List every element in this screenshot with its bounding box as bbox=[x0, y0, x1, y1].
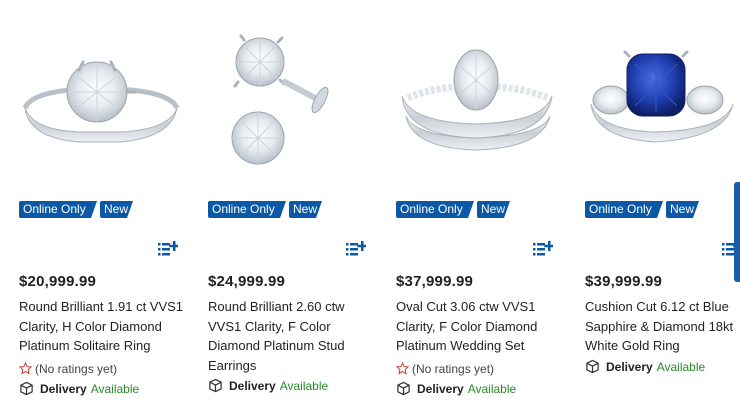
online-only-badge: Online Only bbox=[19, 201, 97, 218]
product-title[interactable]: Cushion Cut 6.12 ct Blue Sapphire & Diam… bbox=[585, 297, 740, 356]
product-image[interactable] bbox=[585, 20, 740, 170]
delivery-status: Available bbox=[467, 382, 517, 396]
delivery-label: Delivery bbox=[417, 382, 464, 396]
delivery-status: Available bbox=[279, 379, 329, 393]
product-image[interactable] bbox=[208, 20, 388, 170]
list-plus-icon[interactable] bbox=[533, 241, 553, 257]
delivery-info: Delivery Available bbox=[208, 378, 328, 394]
delivery-label: Delivery bbox=[229, 379, 276, 393]
new-badge: New bbox=[666, 201, 699, 218]
online-only-badge: Online Only bbox=[208, 201, 286, 218]
product-price: $39,999.99 bbox=[585, 273, 663, 290]
delivery-label: Delivery bbox=[606, 360, 653, 374]
product-card[interactable]: Online Only New $39,999.99 Cushion Cut 6… bbox=[585, 0, 740, 404]
delivery-status: Available bbox=[656, 360, 706, 374]
rating-summary[interactable]: (No ratings yet) bbox=[396, 361, 494, 377]
list-plus-icon[interactable] bbox=[346, 241, 366, 257]
box-icon bbox=[208, 378, 223, 393]
box-icon bbox=[19, 381, 34, 396]
box-icon bbox=[585, 359, 600, 374]
delivery-info: Delivery Available bbox=[585, 359, 705, 375]
product-card[interactable]: Online Only New $37,999.99 Oval Cut 3.06… bbox=[396, 0, 576, 404]
rating-summary[interactable]: (No ratings yet) bbox=[19, 361, 117, 377]
product-title[interactable]: Round Brilliant 2.60 ctw VVS1 Clarity, F… bbox=[208, 297, 380, 375]
product-price: $24,999.99 bbox=[208, 273, 286, 290]
product-title[interactable]: Round Brilliant 1.91 ct VVS1 Clarity, H … bbox=[19, 297, 191, 356]
product-image[interactable] bbox=[396, 20, 576, 170]
product-card[interactable]: Online Only New $20,999.99 Round Brillia… bbox=[19, 0, 199, 404]
new-badge: New bbox=[100, 201, 133, 218]
box-icon bbox=[396, 381, 411, 396]
ratings-text: (No ratings yet) bbox=[412, 362, 495, 376]
feedback-tab[interactable] bbox=[734, 182, 740, 282]
product-title[interactable]: Oval Cut 3.06 ctw VVS1 Clarity, F Color … bbox=[396, 297, 568, 356]
delivery-status: Available bbox=[90, 382, 140, 396]
product-card[interactable]: Online Only New $24,999.99 Round Brillia… bbox=[208, 0, 388, 404]
product-image[interactable] bbox=[19, 20, 199, 170]
new-badge: New bbox=[289, 201, 322, 218]
delivery-label: Delivery bbox=[40, 382, 87, 396]
star-outline-icon bbox=[396, 362, 409, 375]
product-price: $20,999.99 bbox=[19, 273, 97, 290]
star-outline-icon bbox=[19, 362, 32, 375]
online-only-badge: Online Only bbox=[585, 201, 663, 218]
online-only-badge: Online Only bbox=[396, 201, 474, 218]
new-badge: New bbox=[477, 201, 510, 218]
delivery-info: Delivery Available bbox=[396, 381, 516, 397]
ratings-text: (No ratings yet) bbox=[35, 362, 118, 376]
product-price: $37,999.99 bbox=[396, 273, 474, 290]
delivery-info: Delivery Available bbox=[19, 381, 139, 397]
list-plus-icon[interactable] bbox=[158, 241, 178, 257]
